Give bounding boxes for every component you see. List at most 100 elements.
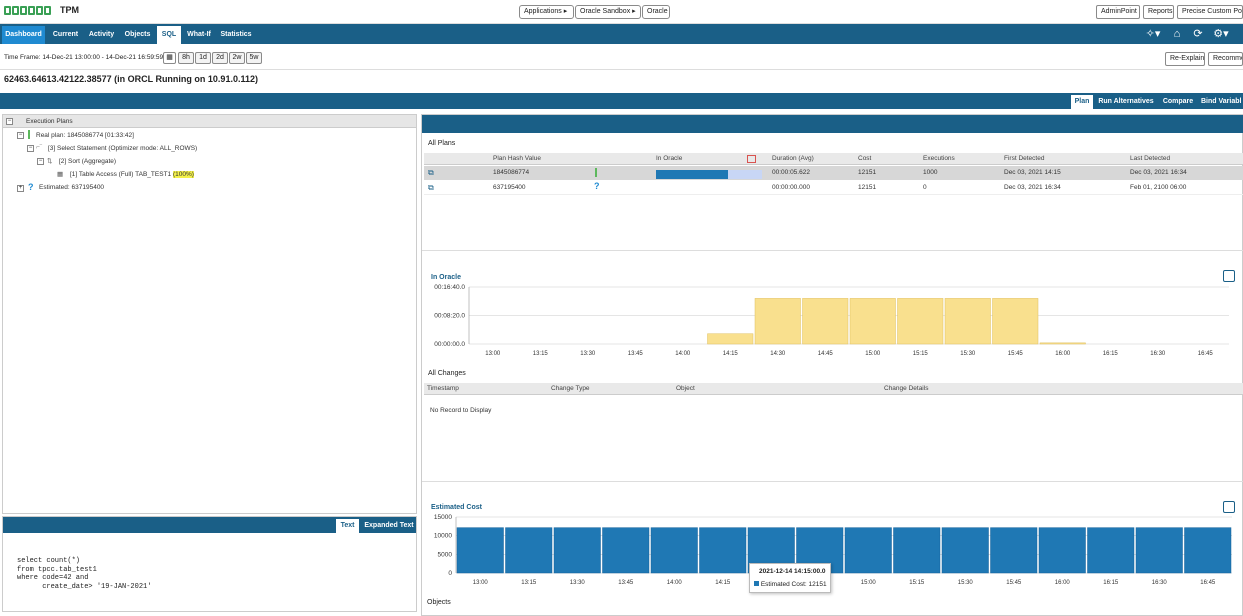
tab-plan[interactable]: Plan — [1071, 95, 1093, 109]
chart-bar[interactable] — [754, 298, 801, 345]
recommend-button[interactable]: Recommen — [1208, 52, 1243, 66]
re-explain-button[interactable]: Re-Explain — [1165, 52, 1205, 66]
table-row[interactable]: ⧉ 637195400 ? 00:00:00.000 12151 0 Dec 0… — [424, 181, 1243, 195]
plan-details-icon[interactable]: ⧉ — [428, 168, 434, 178]
plan-details-panel: All Plans Plan Hash Value In Oracle Dura… — [421, 114, 1243, 616]
chart-bar[interactable] — [456, 527, 504, 574]
chart-bar[interactable] — [844, 527, 892, 574]
tree-toggle-estimated[interactable]: + — [17, 185, 24, 192]
tab-objects[interactable]: Objects — [121, 26, 154, 44]
range-8h[interactable]: 8h — [178, 52, 194, 64]
x-tick-label: 13:30 — [580, 351, 596, 357]
gear-icon[interactable]: ⚙▾ — [1210, 27, 1232, 41]
tab-sql[interactable]: SQL — [157, 26, 181, 44]
reports-button[interactable]: Reports — [1143, 5, 1174, 19]
chart-bar[interactable] — [990, 527, 1038, 574]
tab-expanded-text[interactable]: Expanded Text — [362, 519, 416, 533]
y-tick-label: 5000 — [438, 551, 453, 558]
chart-bar[interactable] — [553, 527, 601, 574]
calendar-icon[interactable]: ▦ — [163, 52, 176, 64]
range-5w[interactable]: 5w — [246, 52, 262, 64]
chart-bar[interactable] — [944, 298, 991, 345]
col-plan-hash[interactable]: Plan Hash Value — [493, 155, 541, 162]
tools-icon[interactable]: ✧▾ — [1144, 27, 1162, 41]
chart-bar[interactable] — [1184, 527, 1232, 574]
col-timestamp[interactable]: Timestamp — [427, 385, 459, 392]
tree-toggle-select[interactable]: − — [27, 145, 34, 152]
tree-node-sort[interactable]: [2] Sort (Aggregate) — [59, 158, 116, 165]
collapse-all-icon[interactable]: − — [6, 118, 13, 125]
tab-current[interactable]: Current — [49, 26, 82, 44]
breadcrumb-applications[interactable]: Applications ▸ — [519, 5, 574, 19]
x-tick-label: 14:00 — [667, 580, 683, 586]
tree-toggle-real-plan[interactable]: − — [17, 132, 24, 139]
cell-cost: 12151 — [858, 184, 877, 191]
col-executions[interactable]: Executions — [923, 155, 955, 162]
plan-details-icon[interactable]: ⧉ — [428, 183, 434, 193]
tab-bind-variables[interactable]: Bind Variabl — [1201, 95, 1243, 109]
x-tick-label: 13:00 — [473, 580, 489, 586]
range-2w[interactable]: 2w — [229, 52, 245, 64]
col-in-oracle[interactable]: In Oracle — [656, 155, 682, 162]
tooltip-time: 2021-12-14 14:15:00.0 — [759, 568, 826, 575]
tree-toggle-sort[interactable]: − — [37, 158, 44, 165]
x-tick-label: 15:45 — [1008, 351, 1024, 357]
chart-bar[interactable] — [1039, 342, 1086, 345]
chart-bar[interactable] — [1087, 527, 1135, 574]
chart-bar[interactable] — [602, 527, 650, 574]
chart-bar[interactable] — [992, 298, 1039, 345]
col-object[interactable]: Object — [676, 385, 695, 392]
col-last-detected[interactable]: Last Detected — [1130, 155, 1170, 162]
divider — [422, 250, 1243, 251]
tree-node-table-access[interactable]: [1] Table Access (Full) TAB_TEST1 (100%) — [70, 171, 194, 178]
chart-bar[interactable] — [897, 298, 944, 345]
tree-node-estimated[interactable]: Estimated: 637195400 — [39, 184, 104, 191]
divider — [422, 481, 1243, 482]
table-row[interactable]: ⧉ 1845086774 00:00:05.622 12151 1000 Dec… — [424, 166, 1243, 180]
chart-bar[interactable] — [802, 298, 849, 345]
col-duration[interactable]: Duration (Avg) — [772, 155, 814, 162]
tab-dashboard[interactable]: Dashboard — [2, 26, 45, 44]
tab-statistics[interactable]: Statistics — [217, 26, 255, 44]
chart-bar[interactable] — [505, 527, 553, 574]
col-change-details[interactable]: Change Details — [884, 385, 928, 392]
x-tick-label: 14:00 — [675, 351, 691, 357]
no-records-text: No Record to Display — [430, 407, 492, 414]
time-frame-label: Time Frame: 14-Dec-21 13:00:00 - 14-Dec-… — [4, 54, 164, 61]
tab-activity[interactable]: Activity — [85, 26, 118, 44]
x-tick-label: 14:30 — [770, 351, 786, 357]
chart-bar[interactable] — [707, 333, 754, 345]
breadcrumb-oracle-sandbox[interactable]: Oracle Sandbox ▸ — [575, 5, 641, 19]
chart-bar[interactable] — [941, 527, 989, 574]
adminpoint-button[interactable]: AdminPoint — [1096, 5, 1140, 19]
main-nav: Dashboard Current Activity Objects SQL W… — [0, 24, 1243, 44]
col-cost[interactable]: Cost — [858, 155, 871, 162]
cell-hash: 637195400 — [493, 184, 526, 191]
precise-logo — [4, 6, 51, 17]
table-icon: ▦ — [57, 171, 64, 178]
col-change-type[interactable]: Change Type — [551, 385, 590, 392]
chart-bar[interactable] — [1135, 527, 1183, 574]
chart-bar[interactable] — [849, 298, 896, 345]
column-chooser-icon[interactable] — [747, 155, 756, 163]
chart-bar[interactable] — [699, 527, 747, 574]
tab-what-if[interactable]: What-If — [184, 26, 214, 44]
breadcrumb-oracle[interactable]: Oracle — [642, 5, 670, 19]
range-1d[interactable]: 1d — [195, 52, 211, 64]
chart-bar[interactable] — [1038, 527, 1086, 574]
refresh-icon[interactable]: ⟳ — [1189, 27, 1207, 41]
precise-custom-portal-button[interactable]: Precise Custom Porta — [1177, 5, 1243, 19]
chart-bar[interactable] — [650, 527, 698, 574]
tooltip-value-row: Estimated Cost: 12151 — [754, 581, 827, 588]
tab-run-alternatives[interactable]: Run Alternatives — [1097, 95, 1155, 109]
tree-node-real-plan[interactable]: Real plan: 1845086774 [01:33:42] — [36, 132, 134, 139]
col-first-detected[interactable]: First Detected — [1004, 155, 1044, 162]
tree-node-select[interactable]: [3] Select Statement (Optimizer mode: AL… — [48, 145, 197, 152]
range-2d[interactable]: 2d — [212, 52, 228, 64]
tab-compare[interactable]: Compare — [1160, 95, 1196, 109]
chart-bar[interactable] — [893, 527, 941, 574]
x-tick-label: 16:15 — [1103, 580, 1119, 586]
home-icon[interactable]: ⌂ — [1168, 27, 1186, 41]
tab-text[interactable]: Text — [336, 519, 359, 533]
cell-executions: 1000 — [923, 169, 938, 176]
